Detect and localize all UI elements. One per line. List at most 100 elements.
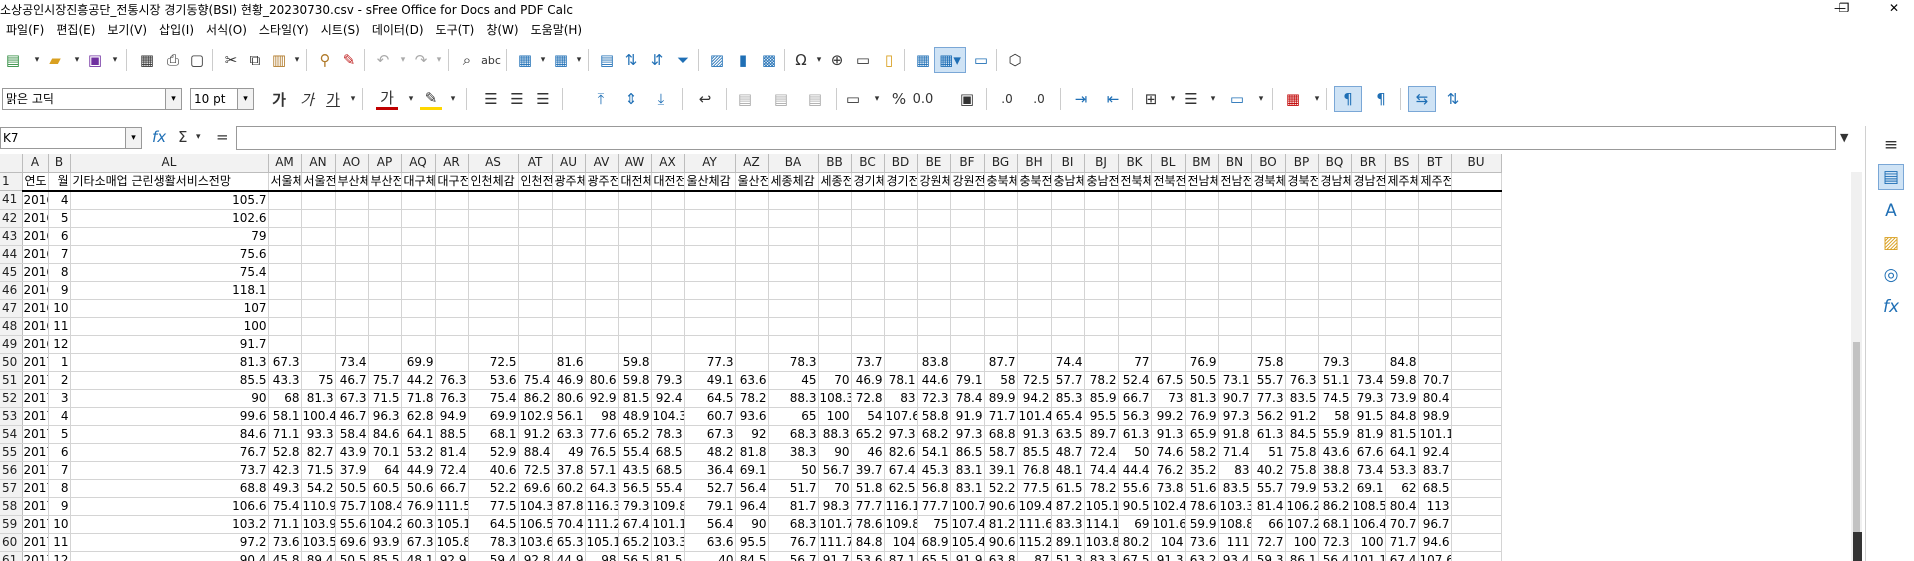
- cell[interactable]: [651, 190, 685, 210]
- cell[interactable]: [1318, 317, 1352, 336]
- row-header[interactable]: 49: [0, 335, 23, 354]
- cell[interactable]: 91.3: [1151, 425, 1186, 444]
- column-header[interactable]: BA: [768, 154, 819, 173]
- cell[interactable]: 64: [368, 461, 402, 480]
- cell[interactable]: 78.6: [851, 515, 885, 534]
- cell[interactable]: 56.4: [1318, 551, 1352, 561]
- cell[interactable]: 44.6: [917, 371, 951, 390]
- cell[interactable]: [368, 245, 402, 264]
- cell[interactable]: 110.9: [301, 497, 336, 516]
- cell[interactable]: [818, 245, 852, 264]
- cell[interactable]: [401, 209, 436, 228]
- cell[interactable]: 67.3: [268, 353, 302, 372]
- cell[interactable]: [335, 227, 369, 246]
- cell[interactable]: [335, 335, 369, 354]
- row-header[interactable]: 55: [0, 443, 23, 462]
- row-header[interactable]: 46: [0, 281, 23, 300]
- cell[interactable]: [518, 317, 553, 336]
- column-header[interactable]: BH: [1017, 154, 1052, 173]
- cell[interactable]: [917, 227, 951, 246]
- cell[interactable]: 56.3: [1118, 407, 1152, 426]
- autofilter-icon[interactable]: ⏷: [672, 49, 694, 71]
- cell[interactable]: [1451, 389, 1502, 408]
- cell[interactable]: 65.5: [917, 551, 951, 561]
- cell[interactable]: 67.6: [1351, 443, 1386, 462]
- cell[interactable]: 103.8: [1084, 533, 1119, 552]
- cell[interactable]: 81.6: [552, 353, 586, 372]
- cell[interactable]: [1451, 425, 1502, 444]
- cell[interactable]: [1017, 263, 1052, 282]
- unmerge-cells-icon[interactable]: ▤: [804, 88, 826, 110]
- cell[interactable]: 78.2: [1084, 479, 1119, 498]
- cell[interactable]: 90: [735, 515, 769, 534]
- expand-formula-bar-icon[interactable]: ▼: [1840, 131, 1848, 144]
- cell[interactable]: 76.2: [1151, 461, 1186, 480]
- cell[interactable]: 75.8: [1285, 443, 1319, 462]
- function-wizard-icon[interactable]: fx: [152, 128, 166, 146]
- cell[interactable]: 87.7: [984, 353, 1018, 372]
- save-icon[interactable]: ▣: [84, 49, 106, 71]
- cell[interactable]: [684, 190, 736, 210]
- cell[interactable]: [585, 227, 619, 246]
- column-header[interactable]: AW: [618, 154, 652, 173]
- cell[interactable]: [735, 299, 769, 318]
- cell[interactable]: 78.1: [884, 371, 918, 390]
- functions-icon[interactable]: fx: [1878, 294, 1904, 320]
- cell[interactable]: 11: [48, 533, 71, 552]
- cell[interactable]: 65.3: [552, 533, 586, 552]
- cell[interactable]: 62.5: [884, 479, 918, 498]
- row-header[interactable]: 47: [0, 299, 23, 318]
- cell[interactable]: [984, 227, 1018, 246]
- cell[interactable]: [818, 227, 852, 246]
- cell[interactable]: 45.3: [917, 461, 951, 480]
- cell[interactable]: 103.3: [651, 533, 685, 552]
- menu-item[interactable]: 도구(T): [430, 20, 481, 40]
- cell[interactable]: 107.4: [950, 515, 985, 534]
- cell[interactable]: [1318, 190, 1352, 210]
- merge-center-icon[interactable]: ▤: [734, 88, 756, 110]
- cell[interactable]: 75.7: [335, 497, 369, 516]
- cell[interactable]: [435, 190, 469, 210]
- cell[interactable]: [1451, 461, 1502, 480]
- cell[interactable]: [984, 245, 1018, 264]
- cell[interactable]: 66.7: [1118, 389, 1152, 408]
- cell[interactable]: 인천체감: [468, 172, 519, 192]
- cell[interactable]: 59.8: [618, 353, 652, 372]
- cell[interactable]: 제주체감: [1385, 172, 1419, 192]
- cell[interactable]: [585, 263, 619, 282]
- sum-icon[interactable]: Σ: [178, 128, 187, 146]
- cell[interactable]: 77: [1118, 353, 1152, 372]
- cell[interactable]: [1218, 190, 1252, 210]
- cell[interactable]: 70: [818, 479, 852, 498]
- cell[interactable]: 세종전망: [818, 172, 852, 192]
- cell[interactable]: [518, 353, 553, 372]
- cell[interactable]: 75.4: [268, 497, 302, 516]
- cell[interactable]: [1351, 317, 1386, 336]
- column-header[interactable]: BP: [1285, 154, 1319, 173]
- cell[interactable]: [1418, 335, 1452, 354]
- cell[interactable]: [1017, 227, 1052, 246]
- cut-icon[interactable]: ✂: [220, 49, 242, 71]
- cell[interactable]: 63.8: [984, 551, 1018, 561]
- cell[interactable]: [1017, 209, 1052, 228]
- cell[interactable]: 105.1: [585, 533, 619, 552]
- menu-item[interactable]: 시트(S): [315, 20, 366, 40]
- font-name-dropdown-icon[interactable]: ▾: [165, 89, 181, 109]
- cell[interactable]: 91.5: [1351, 407, 1386, 426]
- cell[interactable]: 76.9: [1185, 353, 1219, 372]
- cell[interactable]: [552, 227, 586, 246]
- cell[interactable]: 83.5: [1285, 389, 1319, 408]
- cell[interactable]: 대전체감: [618, 172, 652, 192]
- open-folder-icon[interactable]: ▰: [44, 49, 66, 71]
- column-header[interactable]: AQ: [401, 154, 436, 173]
- cell[interactable]: 70.4: [552, 515, 586, 534]
- cell[interactable]: [1185, 299, 1219, 318]
- cell[interactable]: [1251, 317, 1286, 336]
- cell[interactable]: [984, 281, 1018, 300]
- percent-format-button[interactable]: %: [888, 88, 910, 110]
- cell[interactable]: 80.4: [1418, 389, 1452, 408]
- row-header[interactable]: 59: [0, 515, 23, 534]
- cell[interactable]: 79.3: [651, 371, 685, 390]
- paste-dropdown-icon[interactable]: ▾: [286, 49, 308, 71]
- cell[interactable]: [1185, 317, 1219, 336]
